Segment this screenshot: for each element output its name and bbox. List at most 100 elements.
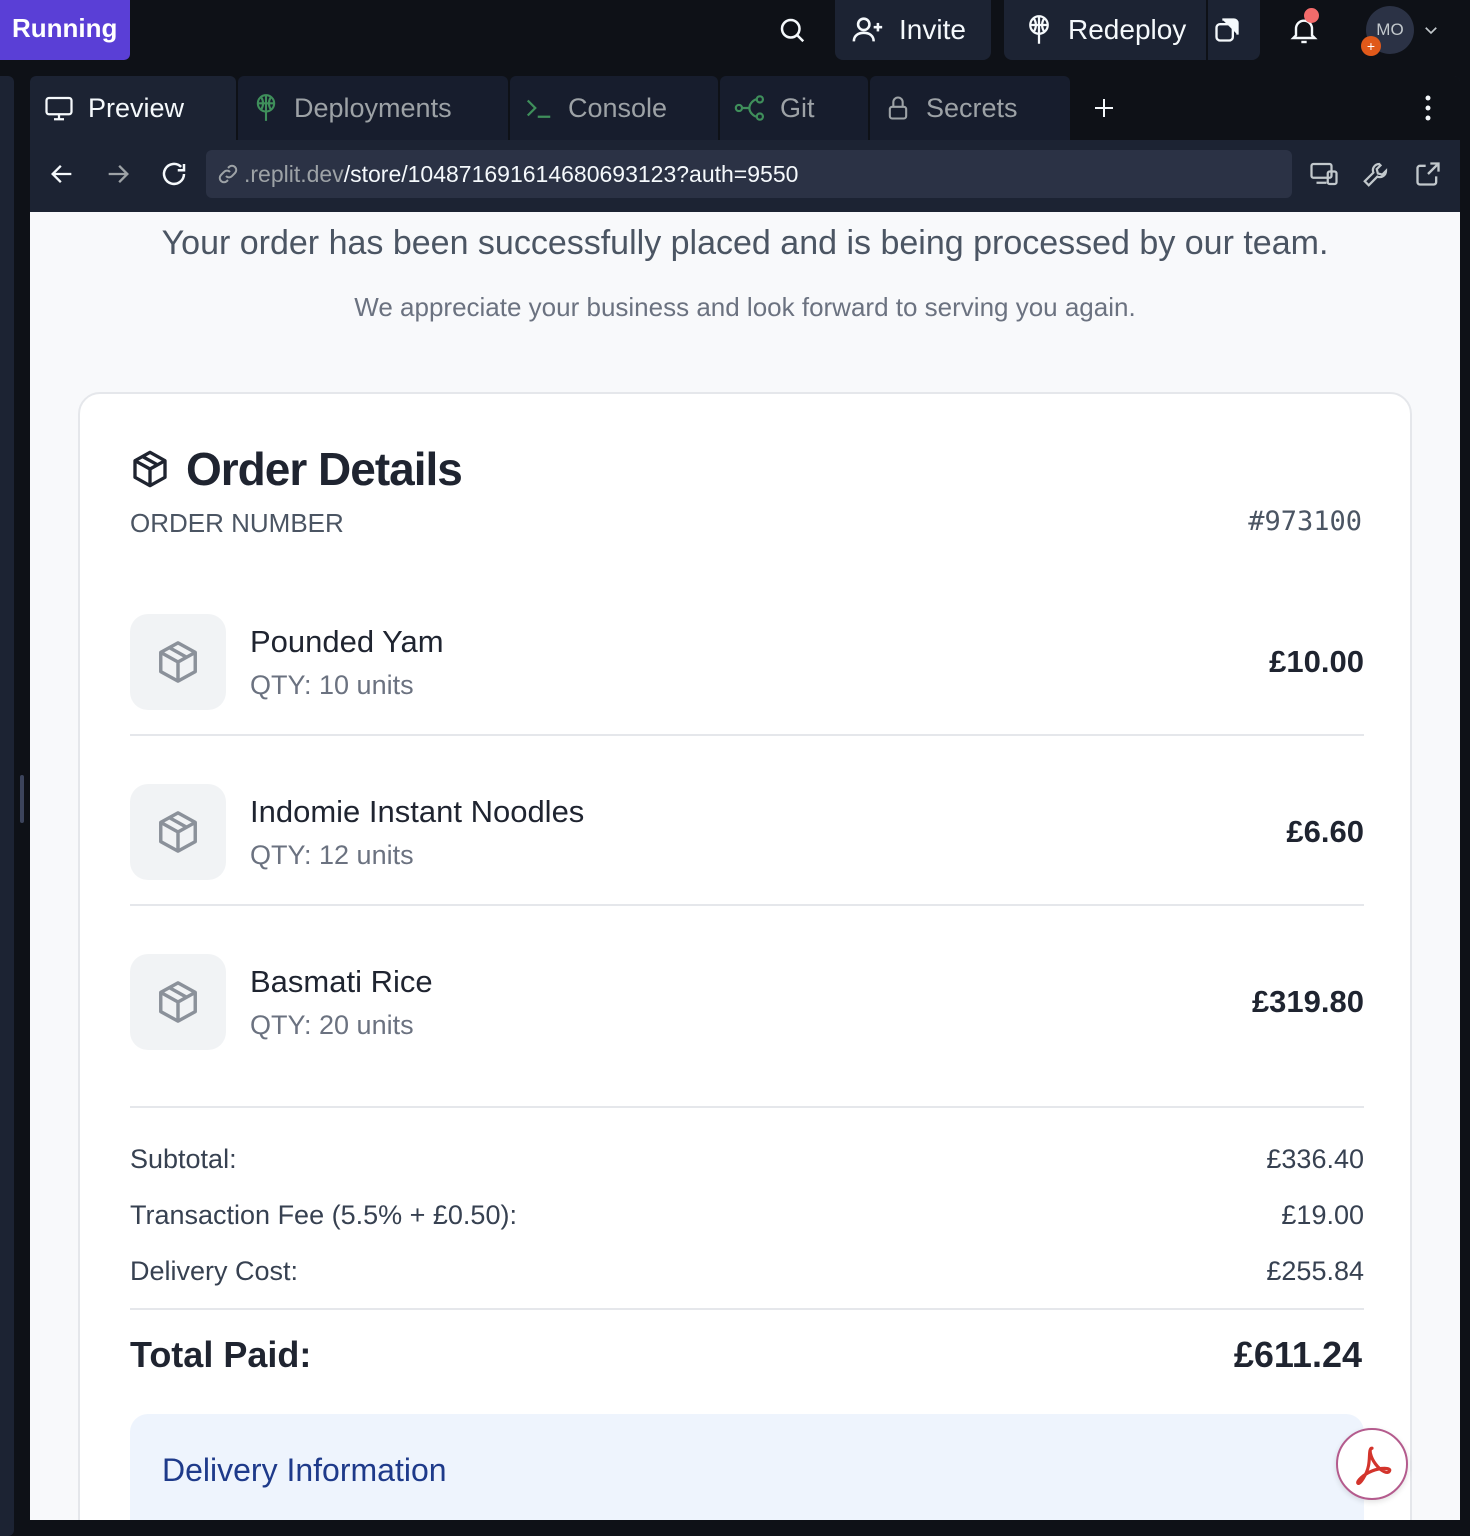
webview: Your order has been successfully placed … (30, 212, 1460, 1520)
arrow-left-icon (51, 165, 72, 183)
transaction-fee-row: Transaction Fee (5.5% + £0.50): £19.00 (130, 1200, 1364, 1236)
divider (130, 734, 1364, 736)
total-paid-label: Total Paid: (130, 1334, 312, 1375)
run-status-badge[interactable]: Running (0, 0, 130, 60)
open-new-tab-button[interactable] (1406, 152, 1450, 196)
package-icon (159, 641, 197, 683)
terminal-icon (526, 99, 551, 118)
arrow-right-icon (108, 165, 129, 183)
list-item: Pounded Yam QTY: 10 units £10.00 (130, 614, 1364, 734)
forward-button[interactable] (96, 152, 140, 196)
preview-pane: Preview Deployments Console Git Secrets (30, 76, 1460, 1520)
summary-label: Transaction Fee (5.5% + £0.50): (130, 1200, 517, 1230)
item-name: Basmati Rice (250, 964, 433, 999)
order-details-card: Order Details ORDER NUMBER #973100 Pound… (78, 392, 1412, 1520)
left-sidebar-edge (0, 76, 14, 1536)
refresh-icon (162, 162, 186, 186)
order-number: #973100 (1248, 506, 1362, 537)
item-price: £319.80 (1251, 984, 1364, 1019)
divider (130, 904, 1364, 906)
tab-label: Secrets (926, 92, 1018, 123)
list-item: Indomie Instant Noodles QTY: 12 units £6… (130, 784, 1364, 904)
item-quantity: QTY: 10 units (250, 670, 414, 700)
summary-value: £336.40 (1266, 1144, 1364, 1174)
tab-git[interactable]: Git (720, 76, 868, 140)
order-details-heading: Order Details (130, 442, 463, 496)
avatar-badge: + (1361, 36, 1381, 56)
redeploy-button[interactable]: Redeploy (1004, 0, 1206, 60)
item-name: Indomie Instant Noodles (250, 794, 585, 829)
item-quantity: QTY: 20 units (250, 1010, 414, 1040)
delivery-cost-row: Delivery Cost: £255.84 (130, 1256, 1364, 1292)
tab-label: Git (780, 92, 815, 123)
item-price: £10.00 (1269, 644, 1364, 679)
back-button[interactable] (40, 152, 84, 196)
more-vertical-icon (1425, 95, 1431, 121)
tab-label: Preview (88, 92, 185, 123)
link-icon (218, 164, 238, 184)
list-item: Basmati Rice QTY: 20 units £319.80 (130, 954, 1364, 1074)
deployments-icon (256, 94, 276, 121)
plus-icon (1095, 99, 1113, 117)
thank-you-message: We appreciate your business and look for… (354, 292, 1136, 322)
add-user-icon (852, 17, 883, 42)
order-number-label: ORDER NUMBER (130, 508, 344, 538)
summary-value: £19.00 (1281, 1200, 1364, 1230)
tab-console[interactable]: Console (510, 76, 718, 140)
chevron-down-icon (1425, 27, 1437, 35)
package-icon (159, 981, 197, 1023)
delivery-info-panel: Delivery Information (130, 1414, 1364, 1520)
pane-menu-button[interactable] (1410, 76, 1446, 140)
search-icon (780, 18, 805, 43)
devices-icon (1310, 162, 1338, 186)
summary-label: Delivery Cost: (130, 1256, 299, 1286)
pane-tabs: Preview Deployments Console Git Secrets (30, 76, 1460, 140)
account-menu-toggle[interactable] (1420, 0, 1442, 60)
delivery-info-title: Delivery Information (162, 1452, 447, 1488)
tab-label: Deployments (294, 92, 452, 123)
devtools-button[interactable] (1354, 152, 1398, 196)
lock-icon (888, 96, 908, 120)
notification-dot (1304, 8, 1319, 23)
package-icon (133, 450, 167, 488)
order-details-title: Order Details (186, 443, 463, 495)
pane-resize-handle[interactable] (20, 775, 24, 823)
reload-button[interactable] (152, 152, 196, 196)
deployments-icon (1029, 15, 1049, 44)
package-icon (159, 811, 197, 853)
url-input[interactable]: .replit.dev/store/10487169161468069312​3… (206, 150, 1292, 198)
wrench-icon (1363, 162, 1388, 187)
external-link-icon (1416, 162, 1440, 186)
divider (130, 1106, 1364, 1108)
summary-value: £255.84 (1266, 1256, 1364, 1286)
preview-url-bar: .replit.dev/store/10487169161468069312​3… (30, 140, 1460, 212)
search-button[interactable] (770, 0, 814, 60)
workspace-header: Running Invite Redeploy MO + (0, 0, 1470, 60)
summary-label: Subtotal: (130, 1144, 237, 1174)
total-paid-value: £611.24 (1233, 1334, 1362, 1375)
tab-secrets[interactable]: Secrets (870, 76, 1070, 140)
notifications-button[interactable] (1282, 0, 1326, 60)
item-thumbnail (130, 954, 226, 1050)
git-icon (734, 95, 765, 121)
item-price: £6.60 (1286, 814, 1364, 849)
item-thumbnail (130, 614, 226, 710)
url-domain: .replit.dev (244, 160, 344, 187)
tab-preview[interactable]: Preview (30, 76, 236, 140)
download-pdf-button[interactable] (1336, 1428, 1408, 1500)
copy-icon (1215, 18, 1239, 42)
item-name: Pounded Yam (250, 624, 444, 659)
deploy-options-button[interactable] (1208, 0, 1260, 60)
item-quantity: QTY: 12 units (250, 840, 414, 870)
new-tab-button[interactable] (1072, 76, 1136, 140)
invite-label: Invite (899, 14, 966, 45)
subtotal-row: Subtotal: £336.40 (130, 1144, 1364, 1180)
tab-deployments[interactable]: Deployments (238, 76, 508, 140)
divider (130, 1308, 1364, 1310)
monitor-icon (45, 96, 73, 121)
invite-button[interactable]: Invite (835, 0, 991, 60)
tab-label: Console (568, 92, 668, 123)
device-preview-button[interactable] (1302, 152, 1346, 196)
pdf-icon (1356, 1446, 1392, 1485)
url-path: /store/10487169161468069312​3?auth=9550 (343, 160, 799, 187)
